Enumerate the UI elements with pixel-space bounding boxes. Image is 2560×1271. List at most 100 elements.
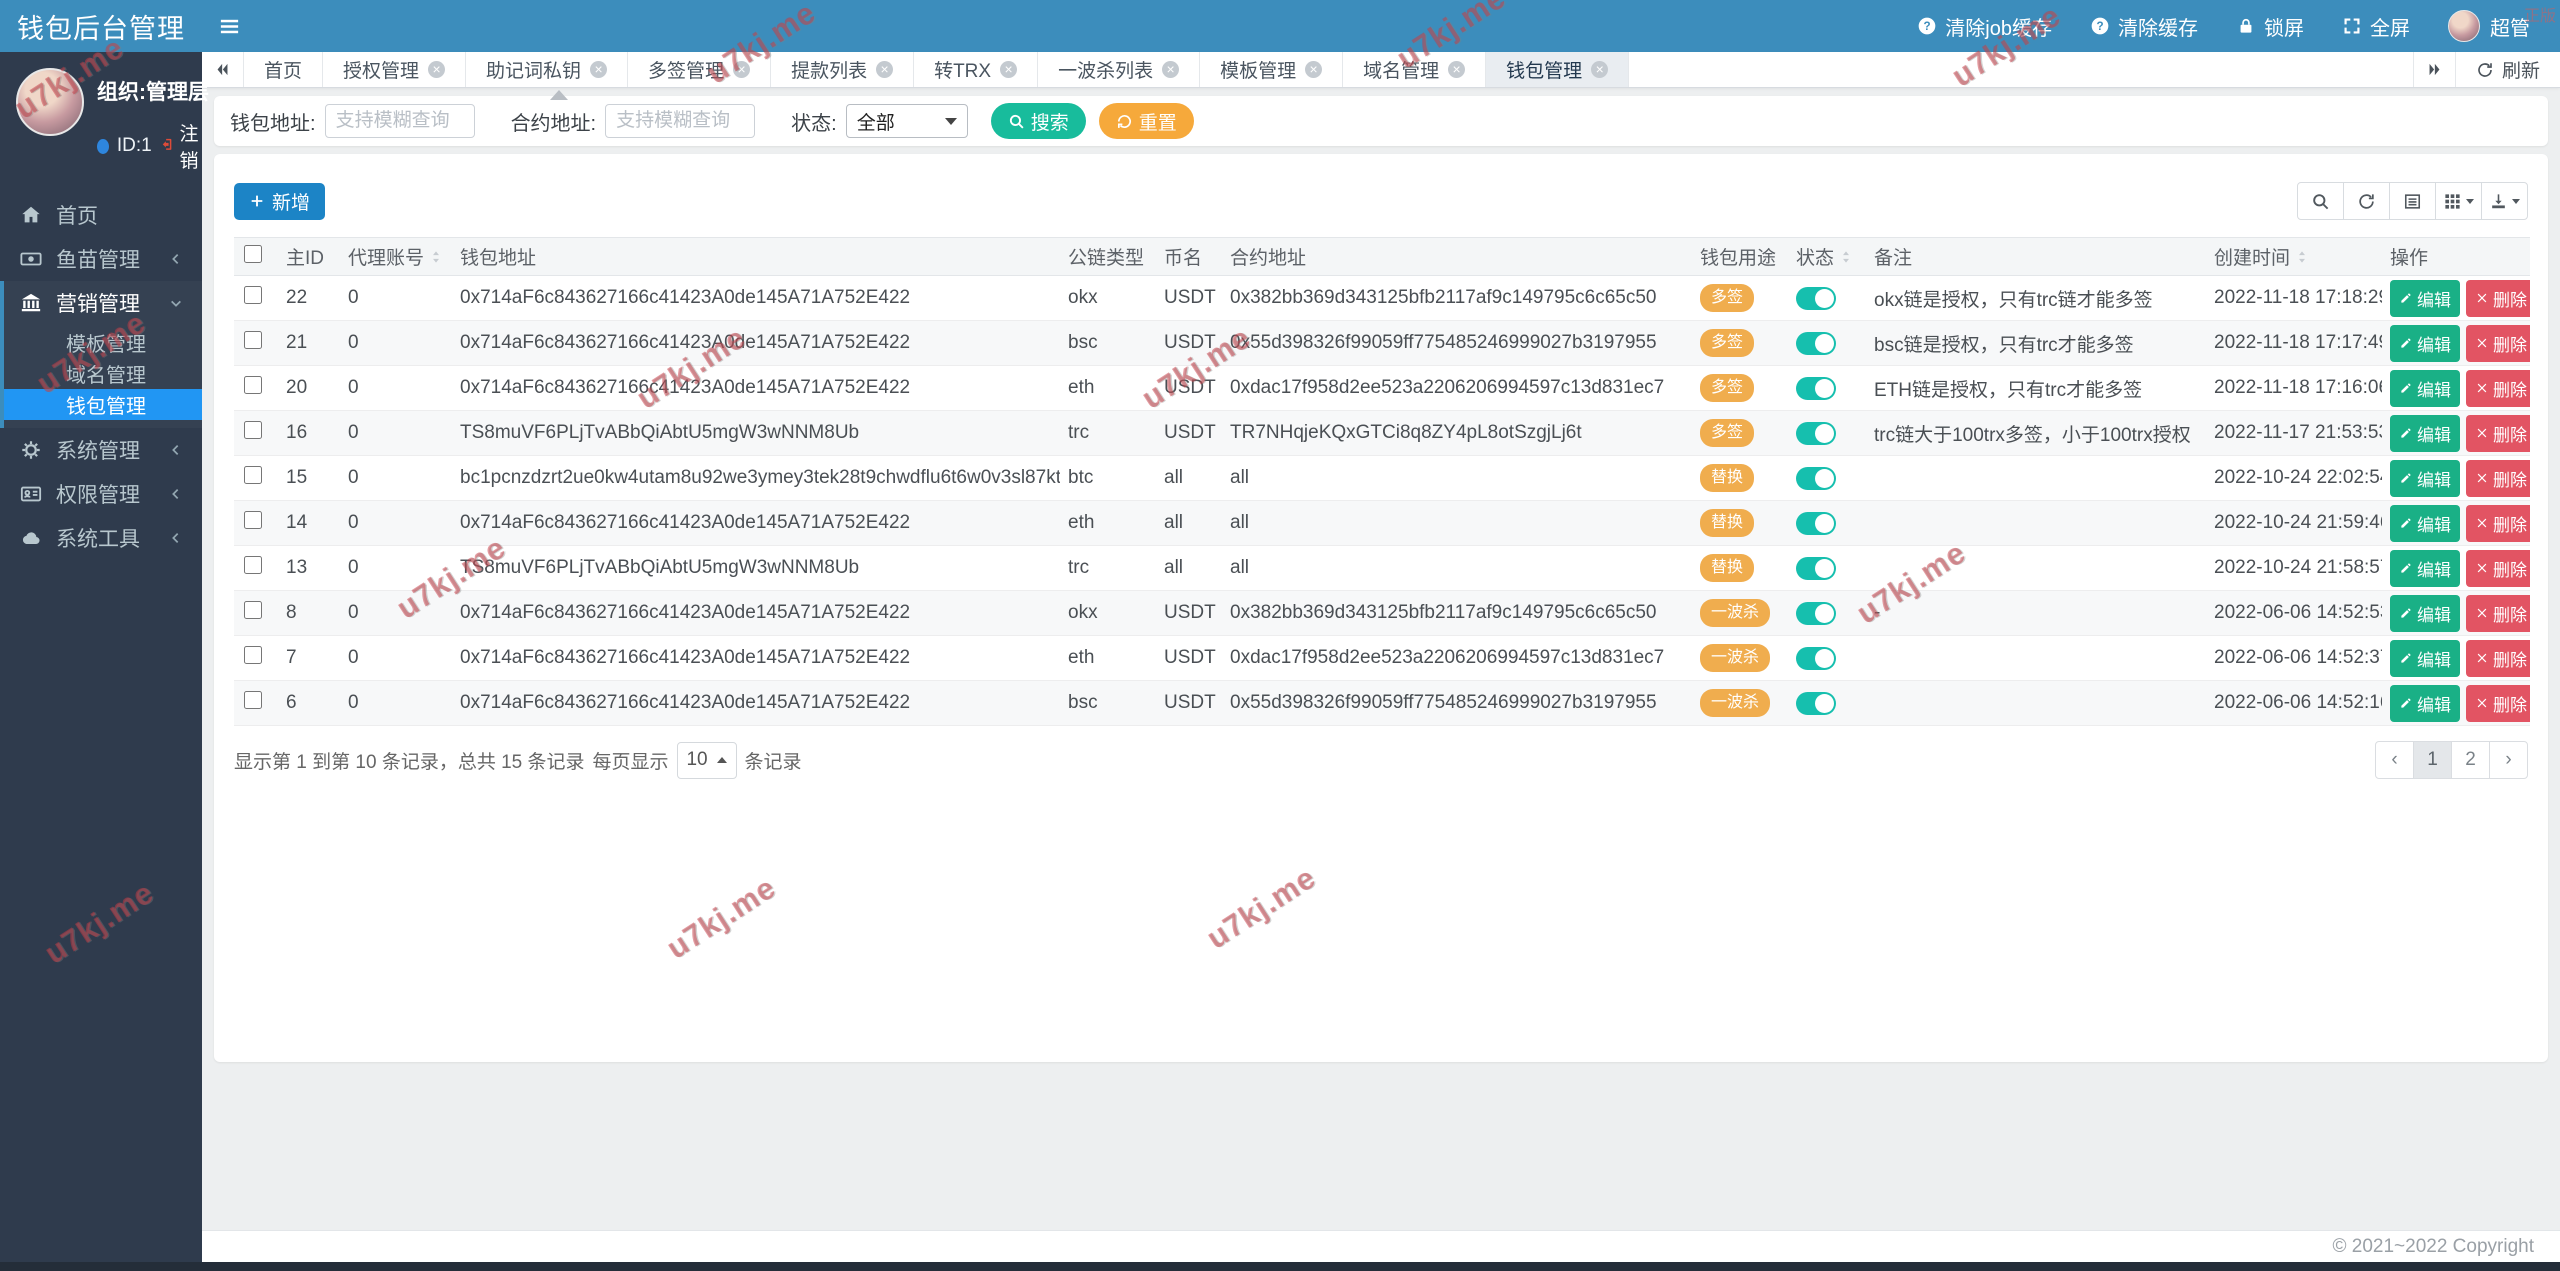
header-action-lock[interactable]: 锁屏 [2236, 12, 2304, 41]
edit-button[interactable]: 编辑 [2390, 504, 2460, 542]
status-toggle[interactable] [1796, 691, 1836, 715]
delete-button[interactable]: 删除 [2466, 594, 2530, 632]
sidebar-subitem-域名管理[interactable]: 域名管理 [4, 358, 202, 389]
row-checkbox[interactable] [244, 376, 262, 394]
current-user-menu[interactable]: 超管 [2448, 10, 2530, 42]
columns-button[interactable] [2435, 182, 2482, 220]
add-button[interactable]: 新增 [234, 182, 326, 220]
header-action-question[interactable]: ? 清除job缓存 [1917, 12, 2052, 41]
row-checkbox[interactable] [244, 646, 262, 664]
tab-转TRX[interactable]: 转TRX × [914, 52, 1039, 87]
column-header-状态[interactable]: 状态 [1788, 237, 1866, 276]
toggle-view-button[interactable] [2389, 182, 2436, 220]
row-checkbox[interactable] [244, 331, 262, 349]
sidebar-item-营销管理[interactable]: 营销管理 [4, 281, 202, 325]
status-toggle[interactable] [1796, 331, 1836, 355]
row-checkbox[interactable] [244, 286, 262, 304]
status-toggle[interactable] [1796, 466, 1836, 490]
tab-close-icon[interactable]: × [590, 61, 608, 78]
tabs-scroll-right-button[interactable] [2412, 52, 2455, 87]
delete-button[interactable]: 删除 [2466, 504, 2530, 542]
edit-button[interactable]: 编辑 [2390, 549, 2460, 587]
column-header-创建时间[interactable]: 创建时间 [2206, 237, 2382, 276]
column-header-钱包用途[interactable]: 钱包用途 [1692, 237, 1788, 276]
table-refresh-button[interactable] [2343, 182, 2390, 220]
sidebar-item-label: 权限管理 [56, 484, 140, 507]
sidebar-toggle-button[interactable] [202, 0, 256, 52]
tab-提款列表[interactable]: 提款列表 × [771, 52, 915, 87]
status-toggle[interactable] [1796, 556, 1836, 580]
row-checkbox[interactable] [244, 466, 262, 484]
next-page-button[interactable]: › [2489, 741, 2528, 779]
edit-button[interactable]: 编辑 [2390, 639, 2460, 677]
column-header-代理账号[interactable]: 代理账号 [340, 237, 452, 276]
sidebar-item-首页[interactable]: 首页 [0, 193, 202, 237]
tab-域名管理[interactable]: 域名管理 × [1343, 52, 1487, 87]
tab-close-icon[interactable]: × [1162, 61, 1180, 78]
row-checkbox[interactable] [244, 601, 262, 619]
tab-close-icon[interactable]: × [428, 61, 446, 78]
status-toggle[interactable] [1796, 421, 1836, 445]
page-button-1[interactable]: 1 [2413, 741, 2452, 779]
tab-close-icon[interactable]: × [876, 61, 894, 78]
select-all-checkbox[interactable] [244, 244, 262, 263]
sidebar-item-鱼苗管理[interactable]: 鱼苗管理 [0, 237, 202, 281]
row-checkbox[interactable] [244, 511, 262, 529]
refresh-tab-button[interactable]: 刷新 [2454, 52, 2560, 87]
row-checkbox[interactable] [244, 691, 262, 709]
edit-button[interactable]: 编辑 [2390, 369, 2460, 407]
edit-button[interactable]: 编辑 [2390, 279, 2460, 317]
edit-button[interactable]: 编辑 [2390, 459, 2460, 497]
tab-close-icon[interactable]: × [1591, 61, 1609, 78]
prev-page-button[interactable]: ‹ [2375, 741, 2414, 779]
delete-button[interactable]: 删除 [2466, 684, 2530, 722]
reset-button[interactable]: 重置 [1098, 103, 1194, 139]
delete-button[interactable]: 删除 [2466, 279, 2530, 317]
edit-button[interactable]: 编辑 [2390, 594, 2460, 632]
sidebar-subitem-钱包管理[interactable]: 钱包管理 [4, 389, 202, 420]
status-select[interactable]: 全部 [845, 104, 968, 138]
status-toggle[interactable] [1796, 511, 1836, 535]
wallet-address-input[interactable] [324, 104, 475, 138]
sidebar-item-系统管理[interactable]: 系统管理 [0, 428, 202, 472]
tab-首页[interactable]: 首页 [244, 52, 324, 87]
sidebar-item-权限管理[interactable]: 权限管理 [0, 472, 202, 516]
table-search-button[interactable] [2297, 182, 2344, 220]
collapse-search-icon[interactable] [550, 90, 568, 100]
tab-模板管理[interactable]: 模板管理 × [1200, 52, 1344, 87]
tab-close-icon[interactable]: × [1448, 61, 1466, 78]
search-button[interactable]: 搜索 [990, 103, 1086, 139]
tab-授权管理[interactable]: 授权管理 × [323, 52, 467, 87]
logout-button[interactable]: 注销 [160, 119, 209, 173]
row-checkbox[interactable] [244, 421, 262, 439]
edit-button[interactable]: 编辑 [2390, 324, 2460, 362]
sidebar-item-系统工具[interactable]: 系统工具 [0, 516, 202, 560]
status-toggle[interactable] [1796, 646, 1836, 670]
tab-close-icon[interactable]: × [1305, 61, 1323, 78]
status-toggle[interactable] [1796, 286, 1836, 310]
export-button[interactable] [2481, 182, 2528, 220]
row-checkbox[interactable] [244, 556, 262, 574]
sidebar-subitem-模板管理[interactable]: 模板管理 [4, 327, 202, 358]
status-toggle[interactable] [1796, 376, 1836, 400]
tab-一波杀列表[interactable]: 一波杀列表 × [1038, 52, 1201, 87]
contract-address-input[interactable] [605, 104, 756, 138]
tab-close-icon[interactable]: × [733, 61, 751, 78]
delete-button[interactable]: 删除 [2466, 324, 2530, 362]
tab-钱包管理[interactable]: 钱包管理 × [1486, 52, 1630, 87]
page-size-select[interactable]: 10 [676, 741, 737, 779]
edit-button[interactable]: 编辑 [2390, 684, 2460, 722]
page-button-2[interactable]: 2 [2451, 741, 2490, 779]
delete-button[interactable]: 删除 [2466, 639, 2530, 677]
tab-多签管理[interactable]: 多签管理 × [628, 52, 772, 87]
delete-button[interactable]: 删除 [2466, 414, 2530, 452]
tab-close-icon[interactable]: × [1000, 61, 1018, 78]
status-toggle[interactable] [1796, 601, 1836, 625]
delete-button[interactable]: 删除 [2466, 369, 2530, 407]
delete-button[interactable]: 删除 [2466, 459, 2530, 497]
delete-button[interactable]: 删除 [2466, 549, 2530, 587]
tab-助记词私钥[interactable]: 助记词私钥 × [466, 52, 629, 87]
edit-button[interactable]: 编辑 [2390, 414, 2460, 452]
header-action-fullscreen[interactable]: 全屏 [2342, 12, 2410, 41]
header-action-question[interactable]: ? 清除缓存 [2090, 12, 2198, 41]
